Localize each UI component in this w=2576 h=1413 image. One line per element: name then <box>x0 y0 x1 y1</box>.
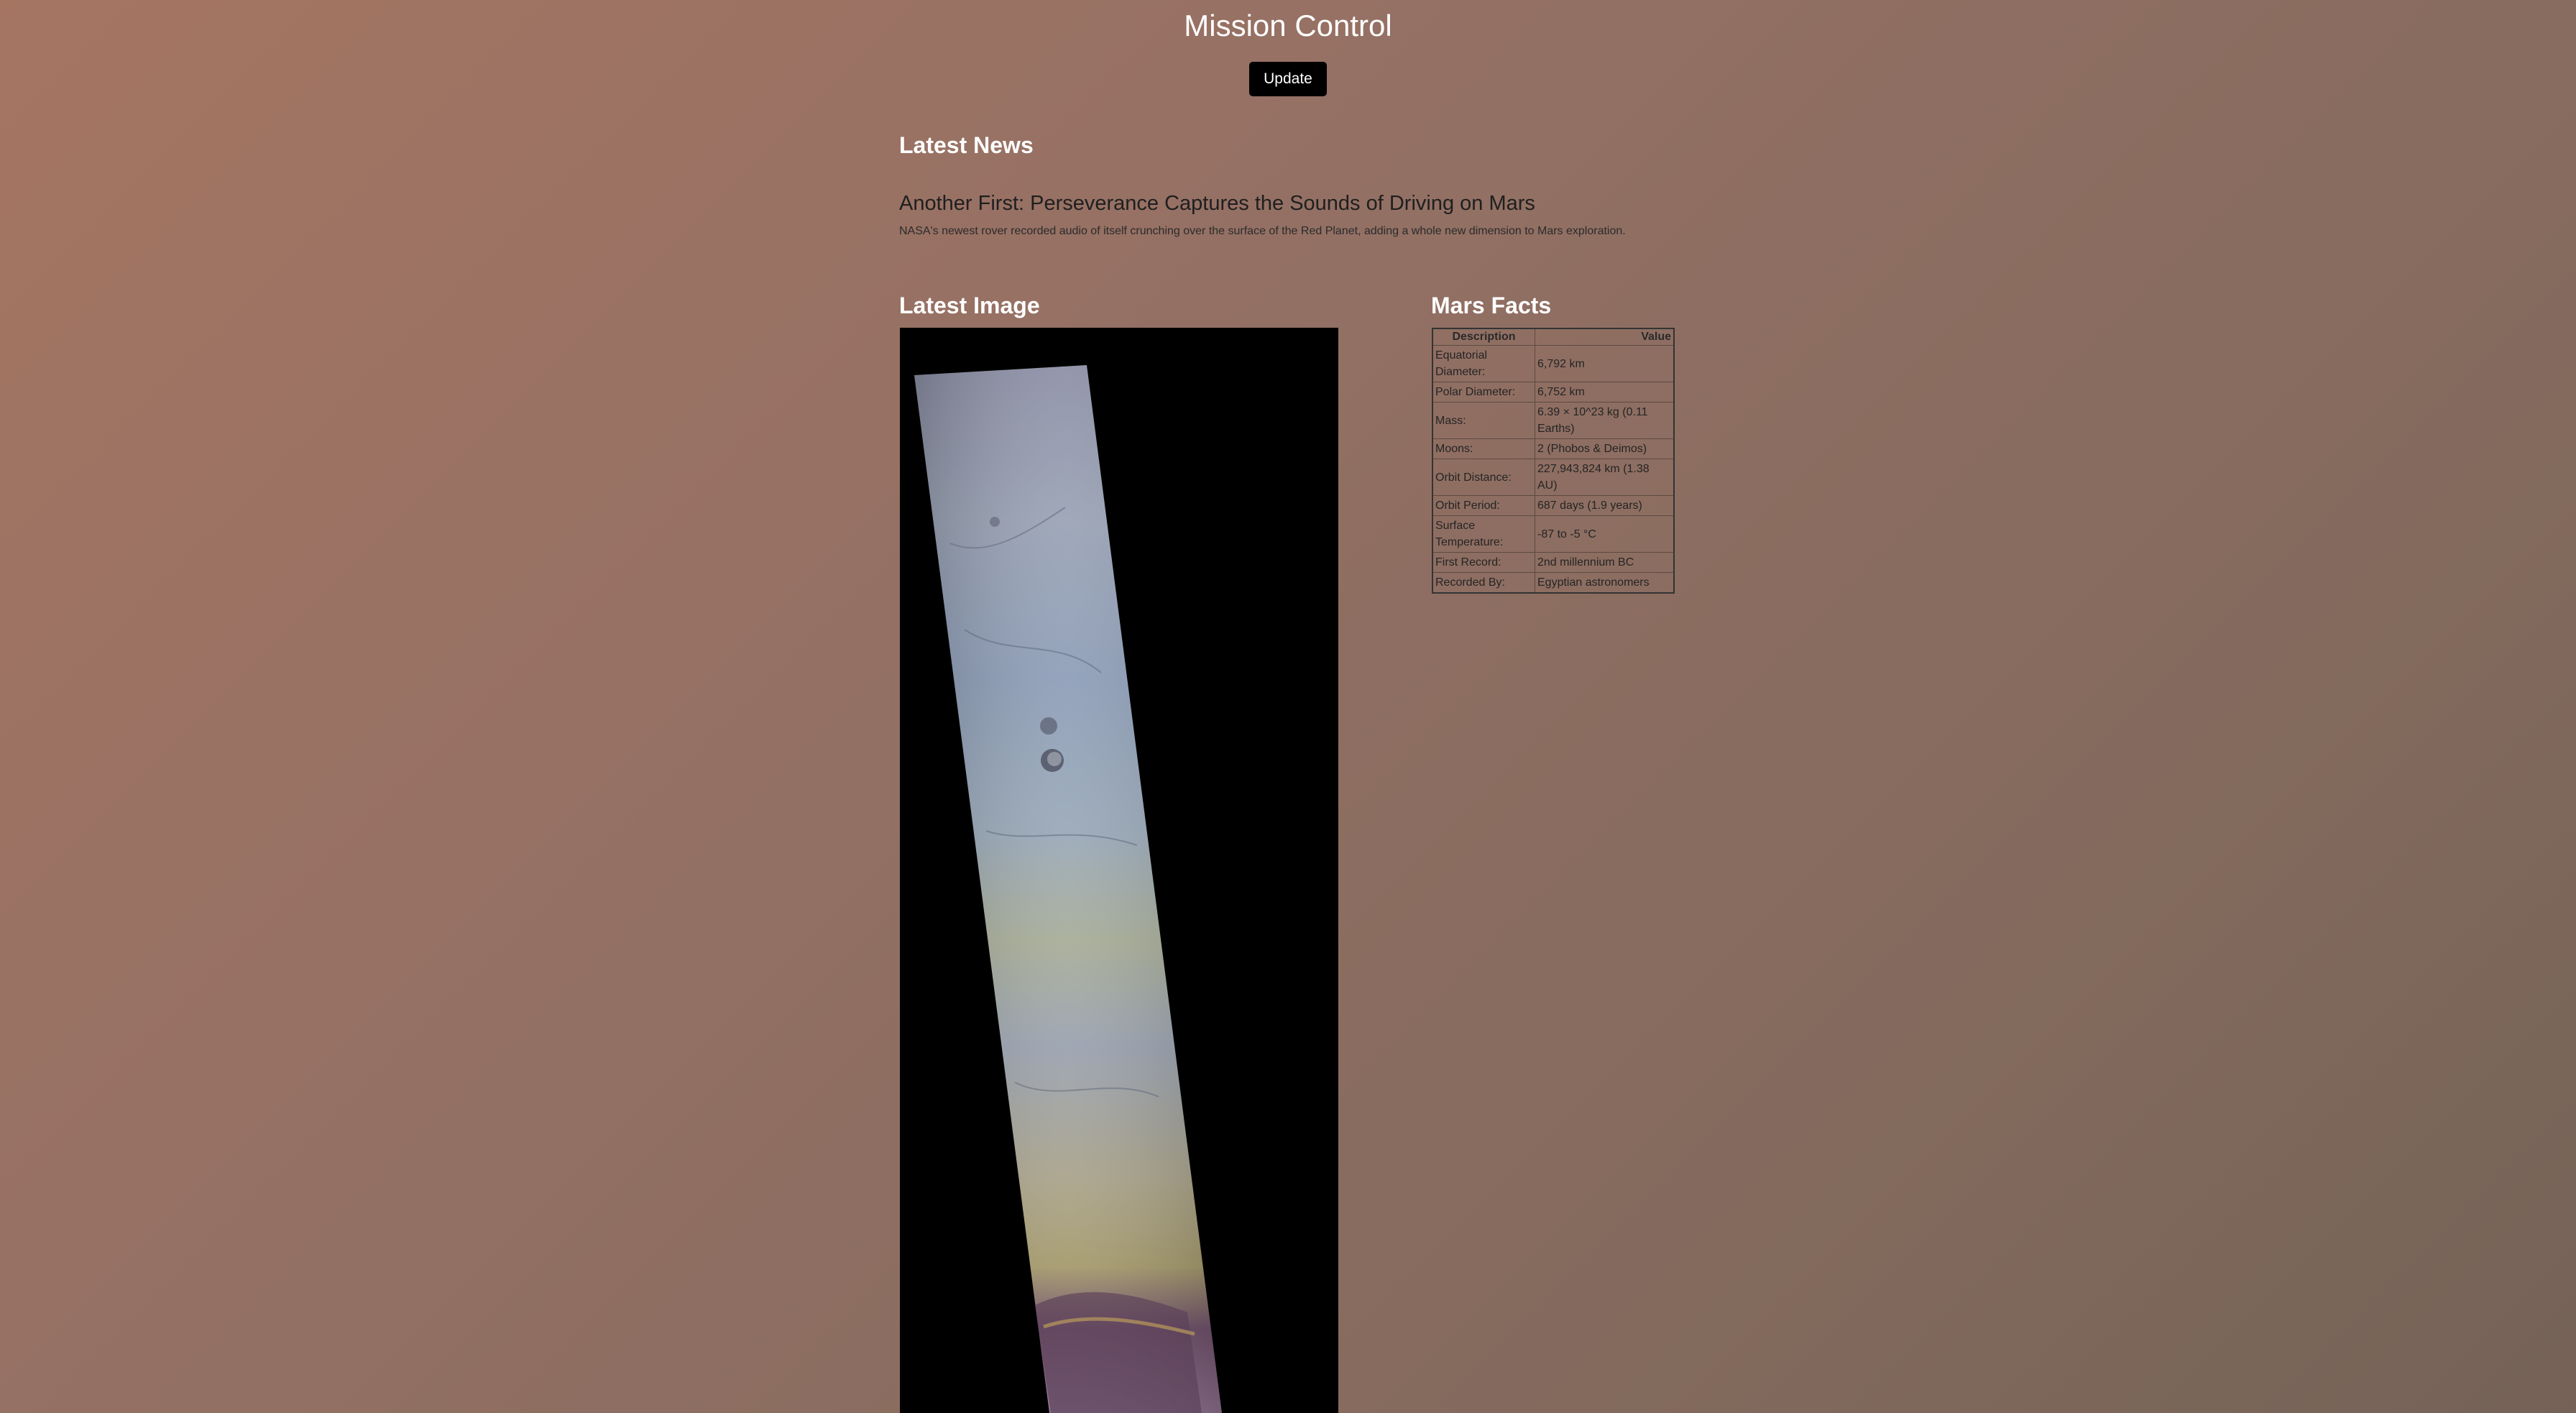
fact-label: Orbit Distance: <box>1432 459 1535 496</box>
fact-label: Orbit Period: <box>1432 495 1535 516</box>
latest-image-heading: Latest Image <box>899 293 1040 318</box>
fact-value: 2nd millennium BC <box>1535 552 1675 573</box>
table-row: Mass: 6.39 × 10^23 kg (0.11 Earths) <box>1432 402 1675 439</box>
fact-value: 6,792 km <box>1535 345 1675 382</box>
table-row: Moons: 2 (Phobos & Deimos) <box>1432 438 1675 459</box>
fact-value: 2 (Phobos & Deimos) <box>1535 438 1675 459</box>
fact-value: 687 days (1.9 years) <box>1535 495 1675 516</box>
page-title: Mission Control <box>1184 9 1392 42</box>
mars-latest-image <box>900 328 1338 1413</box>
table-row: First Record: 2nd millennium BC <box>1432 552 1675 573</box>
column-header-value: Value <box>1535 328 1675 346</box>
fact-value: Egyptian astronomers <box>1535 572 1675 594</box>
table-row: Orbit Period: 687 days (1.9 years) <box>1432 495 1675 516</box>
fact-label: Mass: <box>1432 402 1535 439</box>
table-header-row: Description Value <box>1432 328 1675 346</box>
news-summary: NASA's newest rover recorded audio of it… <box>899 225 1626 237</box>
news-title: Another First: Perseverance Captures the… <box>899 192 1535 215</box>
fact-label: Polar Diameter: <box>1432 382 1535 402</box>
fact-value: 6.39 × 10^23 kg (0.11 Earths) <box>1535 402 1675 439</box>
fact-label: Recorded By: <box>1432 572 1535 594</box>
fact-label: Equatorial Diameter: <box>1432 345 1535 382</box>
fact-value: -87 to -5 °C <box>1535 515 1675 553</box>
table-row: Polar Diameter: 6,752 km <box>1432 382 1675 402</box>
table-row: Orbit Distance: 227,943,824 km (1.38 AU) <box>1432 459 1675 496</box>
latest-news-heading: Latest News <box>899 132 1034 158</box>
fact-label: Moons: <box>1432 438 1535 459</box>
table-row: Equatorial Diameter: 6,792 km <box>1432 345 1675 382</box>
update-button[interactable]: Update <box>1249 62 1327 96</box>
mars-surface-strip-image <box>914 365 1222 1413</box>
fact-value: 6,752 km <box>1535 382 1675 402</box>
mars-facts-table: Description Value Equatorial Diameter: 6… <box>1432 328 1675 594</box>
mars-facts-heading: Mars Facts <box>1431 293 1552 318</box>
table-row: Surface Temperature: -87 to -5 °C <box>1432 515 1675 553</box>
fact-label: Surface Temperature: <box>1432 515 1535 553</box>
column-header-description: Description <box>1432 328 1535 346</box>
fact-value: 227,943,824 km (1.38 AU) <box>1535 459 1675 496</box>
table-row: Recorded By: Egyptian astronomers <box>1432 572 1675 594</box>
fact-label: First Record: <box>1432 552 1535 573</box>
